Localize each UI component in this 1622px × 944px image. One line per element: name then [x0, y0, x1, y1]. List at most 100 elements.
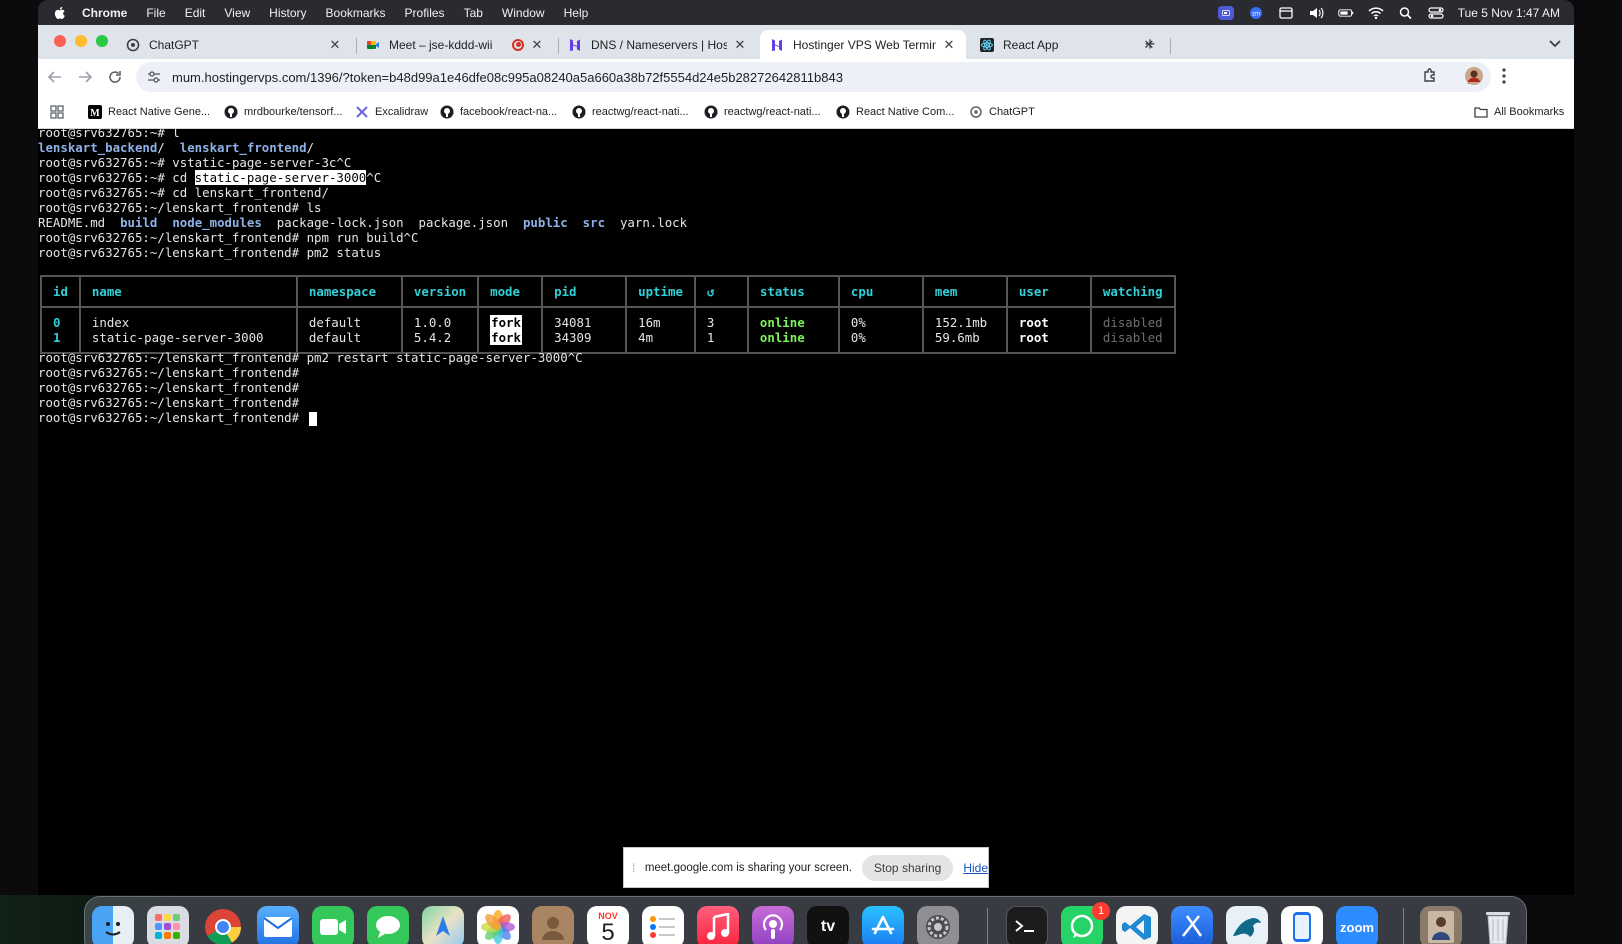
tab-dns[interactable]: DNS / Nameservers | Hosting ✕ — [558, 30, 757, 59]
close-tab-icon[interactable]: ✕ — [733, 37, 747, 52]
close-window-icon[interactable] — [54, 35, 66, 47]
spotlight-search-icon[interactable] — [1398, 6, 1414, 20]
bookmark-item[interactable]: mrdbourke/tensorf... — [224, 104, 342, 120]
wifi-icon[interactable] — [1368, 6, 1384, 20]
forward-icon[interactable] — [74, 66, 96, 88]
menu-history[interactable]: History — [269, 6, 306, 20]
screen-share-icon[interactable] — [1217, 5, 1234, 20]
tab-chatgpt[interactable]: ChatGPT ✕ — [116, 30, 352, 59]
cell-uptime: 16m — [626, 307, 696, 330]
command: pm2 restart static-page-server-3000^C — [306, 350, 583, 365]
menu-app-name[interactable]: Chrome — [82, 6, 127, 20]
menubar-clock[interactable]: Tue 5 Nov 1:47 AM — [1458, 6, 1560, 20]
menu-window[interactable]: Window — [502, 6, 545, 20]
extensions-icon[interactable] — [1420, 66, 1440, 86]
launchpad-icon[interactable] — [147, 906, 189, 944]
reload-icon[interactable] — [104, 66, 126, 88]
messages-icon[interactable] — [367, 906, 409, 944]
volume-icon[interactable] — [1308, 6, 1324, 20]
chrome-icon[interactable] — [202, 906, 244, 944]
contacts-icon[interactable] — [532, 906, 574, 944]
menu-edit[interactable]: Edit — [185, 6, 206, 20]
calendar-status-icon[interactable] — [1278, 6, 1294, 20]
hide-link[interactable]: Hide — [963, 861, 988, 875]
site-info-icon[interactable] — [146, 69, 162, 85]
apps-grid-icon[interactable] — [50, 104, 64, 120]
tab-title: Meet – jse-kddd-wii — [389, 37, 493, 52]
menu-profiles[interactable]: Profiles — [405, 6, 445, 20]
web-terminal[interactable]: root@srv632765:~# l lenskart_backend/ le… — [38, 129, 1574, 895]
fullscreen-window-icon[interactable] — [96, 35, 108, 47]
address-bar[interactable]: mum.hostingervps.com/1396/?token=b48d99a… — [136, 62, 1491, 92]
calendar-icon[interactable]: NOV 5 — [587, 906, 629, 944]
col-version: version — [401, 276, 480, 308]
browser-toolbar: mum.hostingervps.com/1396/?token=b48d99a… — [38, 59, 1574, 95]
zoom-app-icon[interactable]: zoom — [1336, 906, 1378, 944]
col-mode: mode — [478, 276, 544, 308]
xcode-icon[interactable] — [1171, 906, 1213, 944]
tab-meet[interactable]: Meet – jse-kddd-wii ✕ — [356, 30, 554, 59]
control-center-icon[interactable] — [1428, 6, 1444, 20]
terminal-cursor[interactable] — [308, 411, 317, 426]
system-settings-icon[interactable] — [917, 906, 959, 944]
bookmarks-bar: M React Native Gene... mrdbourke/tensorf… — [38, 95, 1574, 129]
simulator-icon[interactable] — [1281, 906, 1323, 944]
app-store-icon[interactable] — [862, 906, 904, 944]
bookmark-item[interactable]: React Native Com... — [836, 104, 954, 120]
minimize-window-icon[interactable] — [75, 35, 87, 47]
file-entry: package-lock.json — [276, 215, 404, 230]
menu-file[interactable]: File — [146, 6, 165, 20]
menu-tab[interactable]: Tab — [464, 6, 483, 20]
stop-sharing-button[interactable]: Stop sharing — [861, 854, 954, 881]
trash-icon[interactable] — [1477, 906, 1519, 944]
tab-react-app[interactable]: React App ✕ — [970, 30, 1166, 59]
terminal-app-icon[interactable] — [1006, 906, 1048, 944]
menu-bookmarks[interactable]: Bookmarks — [326, 6, 386, 20]
menu-help[interactable]: Help — [564, 6, 589, 20]
pm2-status-table: id name namespace version mode pid uptim… — [40, 275, 1176, 354]
close-tab-icon[interactable]: ✕ — [530, 37, 544, 52]
bookmark-item[interactable]: reactwg/react-nati... — [572, 104, 689, 120]
photos-icon[interactable] — [477, 906, 519, 944]
selected-text[interactable]: static-page-server-3000 — [194, 170, 367, 185]
facetime-icon[interactable] — [312, 906, 354, 944]
bookmark-item[interactable]: facebook/react-na... — [440, 104, 557, 120]
terminal-line: root@srv632765:~/lenskart_frontend# pm2 … — [38, 245, 381, 260]
all-bookmarks[interactable]: All Bookmarks — [1474, 104, 1564, 120]
zoom-status-icon[interactable]: zm — [1248, 6, 1264, 20]
close-tab-icon[interactable]: ✕ — [328, 37, 342, 52]
downloads-stack-icon[interactable] — [1420, 906, 1462, 944]
mail-icon[interactable] — [257, 906, 299, 944]
apple-icon[interactable] — [52, 5, 68, 21]
back-icon[interactable] — [44, 66, 66, 88]
drag-handle-icon[interactable]: ⁞ — [632, 861, 641, 875]
github-icon — [704, 105, 718, 119]
chrome-menu-icon[interactable] — [1494, 66, 1514, 86]
tab-hostinger-terminal[interactable]: Hostinger VPS Web Terminal ✕ — [760, 30, 966, 59]
mode-value: fork — [490, 315, 522, 330]
browser-window: ChatGPT ✕ Meet – jse-kddd-wii ✕ DNS / Na… — [38, 25, 1574, 129]
podcasts-icon[interactable] — [752, 906, 794, 944]
url-text[interactable]: mum.hostingervps.com/1396/?token=b48d99a… — [172, 70, 843, 85]
bookmark-item[interactable]: Excalidraw — [355, 104, 428, 120]
new-tab-icon[interactable]: + — [1140, 34, 1160, 54]
col-restarts: ↺ — [694, 276, 749, 308]
menu-view[interactable]: View — [224, 6, 250, 20]
apple-tv-icon[interactable]: tv — [807, 906, 849, 944]
reminders-icon[interactable] — [642, 906, 684, 944]
prompt: root@srv632765:~/lenskart_frontend# — [38, 380, 307, 395]
close-tab-icon[interactable]: ✕ — [942, 37, 956, 52]
bookmark-item[interactable]: M React Native Gene... — [88, 104, 210, 120]
vscode-icon[interactable] — [1116, 906, 1158, 944]
music-icon[interactable] — [697, 906, 739, 944]
avatar[interactable] — [1464, 66, 1484, 86]
bookmark-item[interactable]: ChatGPT — [969, 104, 1035, 120]
prompt: root@srv632765:~/lenskart_frontend# — [38, 200, 307, 215]
maps-icon[interactable] — [422, 906, 464, 944]
mysql-workbench-icon[interactable] — [1226, 906, 1268, 944]
bookmark-item[interactable]: reactwg/react-nati... — [704, 104, 821, 120]
github-icon — [224, 105, 238, 119]
finder-icon[interactable] — [92, 906, 134, 944]
battery-icon[interactable] — [1338, 6, 1354, 20]
tab-search-chevron-icon[interactable] — [1546, 35, 1564, 53]
